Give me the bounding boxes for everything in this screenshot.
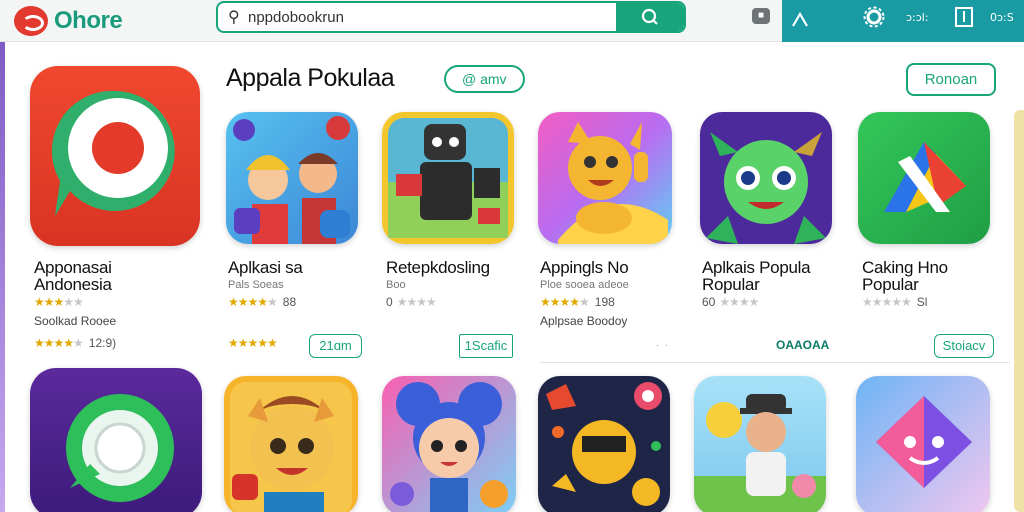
app-1-rating: ★★★★★ 88 — [228, 295, 297, 309]
header-label-2[interactable]: 0ɔ:S — [990, 11, 1014, 24]
top-bar: Ohore ⚲ ■ ɔ:ɔl: 0ɔ:S — [0, 0, 1024, 42]
app-1-sub: Pals Soeas — [228, 279, 284, 291]
app-3-extra: Aplpsae Boodoy — [540, 314, 628, 328]
app-5-name-2[interactable]: Popular — [862, 276, 919, 293]
app-icon-7[interactable] — [224, 376, 358, 512]
app-icon-11[interactable] — [856, 376, 990, 512]
app-4-link[interactable]: OAAOAA — [776, 338, 829, 352]
app-4-name-1[interactable]: Aplkais Popula — [702, 259, 811, 276]
search-icon: ⚲ — [228, 9, 240, 26]
header-label-1[interactable]: ɔ:ɔl: — [906, 11, 929, 24]
section-title: Appala Pokulaa — [226, 64, 395, 92]
chart-icon[interactable] — [790, 10, 810, 30]
app-2-button[interactable]: 1Scafic — [459, 334, 513, 358]
app-icon-10[interactable] — [694, 376, 826, 512]
logo[interactable]: Ohore — [14, 6, 123, 36]
app-4-name-2[interactable]: Ropular — [702, 276, 760, 293]
bookmark-icon[interactable]: ■ — [752, 8, 770, 24]
app-5-name-1[interactable]: Caking Hno — [862, 259, 948, 276]
featured-app-name-2[interactable]: Andonesia — [34, 276, 112, 293]
search-input[interactable] — [248, 6, 618, 28]
app-2-prefix: 0 — [386, 295, 393, 309]
logo-icon — [14, 6, 48, 36]
app-icon-8[interactable] — [382, 376, 516, 512]
app-5-rating: ★★★★★ Sl — [862, 295, 928, 309]
app-3-name[interactable]: Appingls No — [540, 259, 629, 276]
left-edge — [0, 42, 5, 512]
app-4-prefix: 60 — [702, 295, 716, 309]
search-bar: ⚲ — [216, 1, 686, 33]
app-icon-1[interactable] — [226, 112, 358, 244]
featured-rating2-stars: ★★★★★ 12:9) — [34, 336, 117, 350]
filter-chip[interactable]: @ amv — [444, 65, 525, 93]
header-actions: ɔ:ɔl: 0ɔ:S — [782, 0, 1024, 42]
app-3-sub: Ploe sooea adeoe — [540, 279, 629, 291]
featured-sub: Soolkad Rooee — [34, 314, 117, 328]
app-5-button[interactable]: Stoiacv — [934, 334, 994, 358]
search-button[interactable] — [616, 3, 684, 31]
featured-rating-stars: ★★★★★ — [34, 295, 84, 309]
see-more-button[interactable]: Ronoan — [906, 63, 996, 96]
app-icon-6[interactable] — [30, 368, 202, 512]
app-3-rating-value: 198 — [594, 295, 615, 309]
document-icon[interactable] — [954, 6, 974, 28]
app-1-name[interactable]: Aplkasi sa — [228, 259, 303, 276]
app-3-rating: ★★★★★ 198 — [540, 295, 615, 309]
app-1-rating-value: 88 — [282, 295, 297, 309]
gear-icon[interactable] — [862, 5, 886, 29]
separator-dots: · · — [656, 340, 669, 351]
app-2-sub: Boo — [386, 279, 406, 291]
app-icon-5[interactable] — [858, 112, 990, 244]
app-2-name[interactable]: Retepkdosling — [386, 259, 490, 276]
featured-app-name-1[interactable]: Apponasai — [34, 259, 112, 276]
app-5-rating-value: Sl — [916, 295, 928, 309]
search-button-icon — [641, 8, 658, 25]
app-icon-4[interactable] — [700, 112, 832, 244]
app-icon-2[interactable] — [382, 112, 514, 244]
app-4-rating: 60 ★★★★ — [702, 295, 759, 309]
divider — [540, 362, 1010, 363]
app-1-rating2: ★★★★★ — [228, 336, 278, 350]
app-icon-3[interactable] — [538, 112, 672, 244]
featured-rating2-value: 12:9) — [88, 336, 117, 350]
app-1-button[interactable]: 21ɑm — [309, 334, 362, 358]
logo-text: Ohore — [54, 7, 123, 34]
app-2-rating: 0 ★★★★ — [386, 295, 437, 309]
app-icon-9[interactable] — [538, 376, 670, 512]
featured-app-icon[interactable] — [30, 66, 200, 246]
right-edge — [1014, 110, 1024, 512]
